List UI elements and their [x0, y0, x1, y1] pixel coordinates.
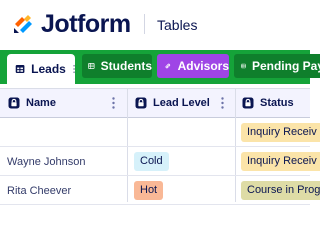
tab-pending-payments[interactable]: Pending Pay: [234, 54, 320, 78]
app-header: Jotform Tables: [0, 0, 310, 50]
column-header-name[interactable]: Name: [8, 89, 126, 117]
table-row[interactable]: Rita Cheever Hot Course in Prog: [0, 176, 320, 205]
tab-advisors[interactable]: Advisors: [157, 54, 229, 78]
tab-leads-label: Leads: [31, 62, 66, 76]
kebab-menu-icon[interactable]: [73, 63, 75, 75]
link-icon: [165, 63, 171, 69]
name-cell[interactable]: Wayne Johnson: [7, 155, 85, 169]
column-header-status-label: Status: [260, 97, 294, 109]
tab-bar: Leads Students Advisors Pending Pay: [0, 50, 320, 84]
lead-level-badge[interactable]: Hot: [134, 181, 164, 200]
table-row[interactable]: Inquiry Receiv: [0, 118, 320, 147]
column-header-status[interactable]: Status: [242, 89, 310, 117]
column-menu-icon[interactable]: [112, 97, 115, 109]
jotform-logo-icon[interactable]: [12, 11, 36, 35]
column-header-lead-level[interactable]: Lead Level: [135, 89, 235, 117]
lock-icon: [8, 97, 20, 109]
tab-leads[interactable]: Leads: [7, 54, 75, 84]
column-header-name-label: Name: [26, 97, 56, 109]
tab-advisors-label: Advisors: [177, 59, 229, 73]
column-menu-icon[interactable]: [221, 97, 224, 109]
tab-pending-label: Pending Pay: [251, 59, 320, 73]
table-icon: [15, 65, 25, 73]
lead-level-badge[interactable]: Cold: [134, 152, 169, 171]
header-divider: [144, 14, 145, 34]
lock-icon: [135, 97, 147, 109]
status-badge[interactable]: Course in Prog: [241, 181, 320, 200]
tab-students[interactable]: Students: [82, 54, 152, 78]
table-row[interactable]: Wayne Johnson Cold Inquiry Receiv: [0, 147, 320, 176]
data-grid: Name Lead Level Status Inquiry Receiv Wa…: [0, 84, 320, 205]
brand-name[interactable]: Jotform: [41, 9, 131, 39]
name-cell[interactable]: Rita Cheever: [7, 184, 71, 198]
status-badge[interactable]: Inquiry Receiv: [241, 152, 320, 171]
table-icon: [88, 63, 95, 69]
status-badge[interactable]: Inquiry Receiv: [241, 123, 320, 142]
tab-students-label: Students: [100, 59, 152, 73]
column-header-row: Name Lead Level Status: [0, 88, 310, 118]
product-name: Tables: [157, 17, 198, 33]
lock-icon: [242, 97, 254, 109]
column-header-lead-level-label: Lead Level: [153, 97, 210, 109]
table-icon: [241, 63, 246, 69]
